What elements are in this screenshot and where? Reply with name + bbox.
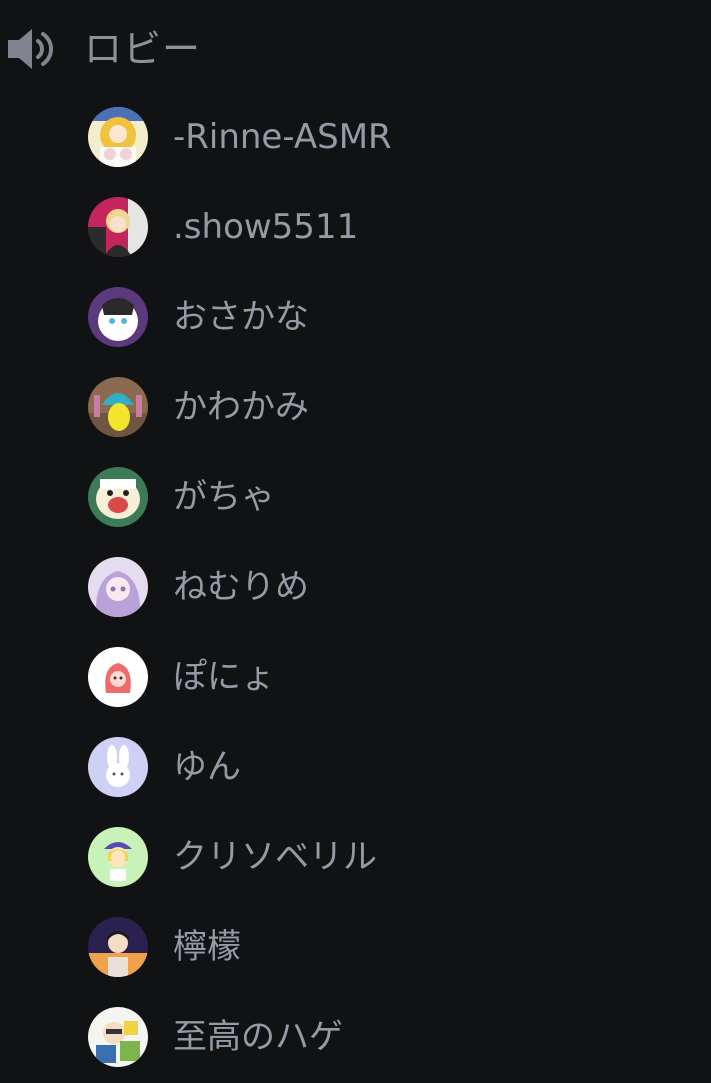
user-avatar [88,107,148,167]
user-avatar [88,557,148,617]
username: -Rinne-ASMR [173,117,392,157]
username: ぽにょ [173,657,275,697]
voice-user-row[interactable]: ゆん [0,722,711,812]
user-avatar [88,377,148,437]
voice-user-row[interactable]: かわかみ [0,362,711,452]
user-avatar [88,1007,148,1067]
user-avatar [88,467,148,527]
voice-user-row[interactable]: がちゃ [0,452,711,542]
user-avatar [88,287,148,347]
user-avatar [88,647,148,707]
voice-user-row[interactable]: クリソベリル [0,812,711,902]
voice-user-row[interactable]: 至高のハゲ [0,992,711,1082]
speaker-icon [8,29,53,69]
voice-user-row[interactable]: 檸檬 [0,902,711,992]
voice-user-row[interactable]: おさかな [0,272,711,362]
username: .show5511 [173,207,359,247]
user-avatar [88,827,148,887]
voice-user-list: -Rinne-ASMR .show5511 おさかな かわかみ がちゃ ねむりめ… [0,92,711,1082]
channel-name: ロビー [84,27,202,71]
username: ねむりめ [173,567,309,607]
username: 檸檬 [173,927,241,967]
user-avatar [88,917,148,977]
username: かわかみ [173,387,309,427]
username: クリソベリル [173,837,377,877]
voice-user-row[interactable]: ぽにょ [0,632,711,722]
user-avatar [88,197,148,257]
user-avatar [88,737,148,797]
voice-user-row[interactable]: ねむりめ [0,542,711,632]
username: 至高のハゲ [173,1017,343,1057]
voice-user-row[interactable]: -Rinne-ASMR [0,92,711,182]
voice-user-row[interactable]: .show5511 [0,182,711,272]
username: ゆん [173,747,241,787]
username: がちゃ [173,477,275,517]
voice-channel-lobby[interactable]: ロビー [0,0,711,98]
username: おさかな [173,297,309,337]
